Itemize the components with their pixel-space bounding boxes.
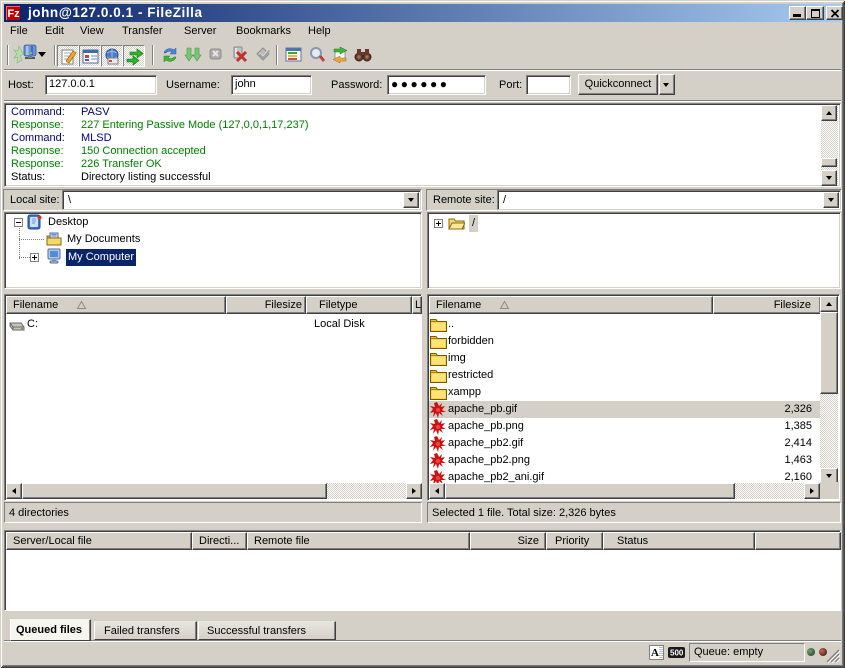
svg-text:500: 500 [670, 649, 684, 658]
svg-text:Fz: Fz [7, 8, 20, 20]
svg-text:A: A [651, 647, 659, 659]
